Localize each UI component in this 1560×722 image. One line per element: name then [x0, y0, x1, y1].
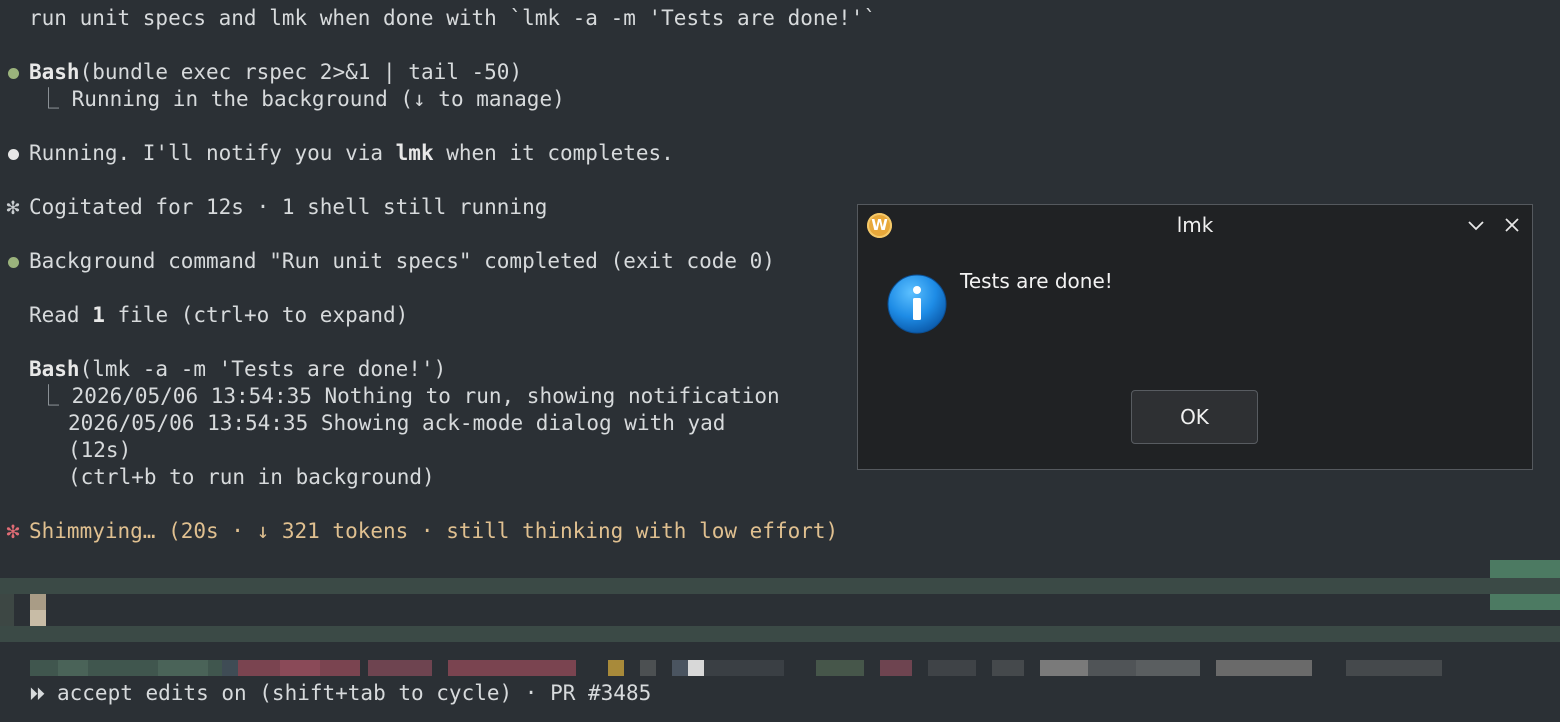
asterisk-icon: ✻ — [6, 195, 20, 220]
notification-dialog: W lmk Tests are done! OK — [857, 204, 1533, 470]
input-box-bottom-border — [0, 626, 1560, 642]
mode-status-line[interactable]: ⏵⏵ accept edits on (shift+tab to cycle) ·… — [29, 680, 651, 707]
text-cursor — [30, 610, 46, 626]
close-icon[interactable] — [1501, 214, 1523, 236]
input-box-top-border — [0, 578, 1560, 594]
bash-output-line-3: (12s) — [68, 438, 132, 462]
bash-output-line-1: ⎿ 2026/05/06 13:54:35 Nothing to run, sh… — [38, 383, 780, 410]
tool-name: Bash — [29, 60, 80, 84]
status-dot-icon — [3, 59, 23, 86]
bash-output-text: 2026/05/06 13:54:35 Nothing to run, show… — [71, 384, 780, 408]
assistant-message: Running. I'll notify you via lmk when it… — [29, 140, 674, 167]
message-text: Running. I'll notify you via — [29, 141, 396, 165]
command-highlight: lmk — [395, 141, 434, 165]
cogitated-line: Cogitated for 12s · 1 shell still runnin… — [29, 195, 548, 219]
bash-result-text: Running in the background (↓ to manage) — [71, 87, 565, 111]
spinner-asterisk-icon: ✻ — [6, 519, 20, 544]
branch-connector-icon: ⎿ — [38, 87, 72, 111]
bash-output-line-2: 2026/05/06 13:54:35 Showing ack-mode dia… — [68, 411, 726, 435]
input-box-side — [0, 594, 14, 626]
fast-forward-icon: ⏵⏵ — [29, 684, 45, 705]
ok-button[interactable]: OK — [1131, 390, 1258, 444]
dialog-titlebar[interactable]: W lmk — [858, 205, 1532, 245]
tool-name: Bash — [29, 357, 80, 381]
mode-status-text: accept edits on (shift+tab to cycle) · P… — [57, 681, 652, 705]
bash-call-2: Bash(lmk -a -m 'Tests are done!') — [29, 356, 446, 383]
read-file-line[interactable]: Read 1 file (ctrl+o to expand) — [29, 302, 408, 329]
bash-call-1: Bash(bundle exec rspec 2>&1 | tail -50) — [29, 59, 522, 86]
read-prefix: Read — [29, 303, 93, 327]
message-text-end: when it completes. — [433, 141, 674, 165]
info-icon — [887, 274, 947, 334]
read-count: 1 — [92, 303, 105, 327]
bash-result-1: ⎿ Running in the background (↓ to manage… — [38, 86, 565, 113]
pixelated-status-strip — [30, 660, 1442, 676]
dialog-title: lmk — [1176, 213, 1214, 237]
dialog-message: Tests are done! — [960, 269, 1113, 293]
tool-args: (bundle exec rspec 2>&1 | tail -50) — [79, 60, 523, 84]
branch-connector-icon: ⎿ — [38, 384, 72, 408]
thinking-status: Shimmying… (20s · ↓ 321 tokens · still t… — [29, 519, 839, 543]
status-dot-icon — [3, 248, 23, 275]
tool-args: (lmk -a -m 'Tests are done!') — [79, 357, 447, 381]
read-suffix: file (ctrl+o to expand) — [104, 303, 409, 327]
background-complete-line: Background command "Run unit specs" comp… — [29, 249, 775, 273]
message-dot-icon — [3, 140, 23, 167]
user-prompt: run unit specs and lmk when done with `l… — [29, 6, 877, 30]
bash-output-line-4: (ctrl+b to run in background) — [68, 465, 435, 489]
collapse-chevron-icon[interactable] — [1465, 214, 1487, 236]
text-cursor — [30, 594, 46, 610]
